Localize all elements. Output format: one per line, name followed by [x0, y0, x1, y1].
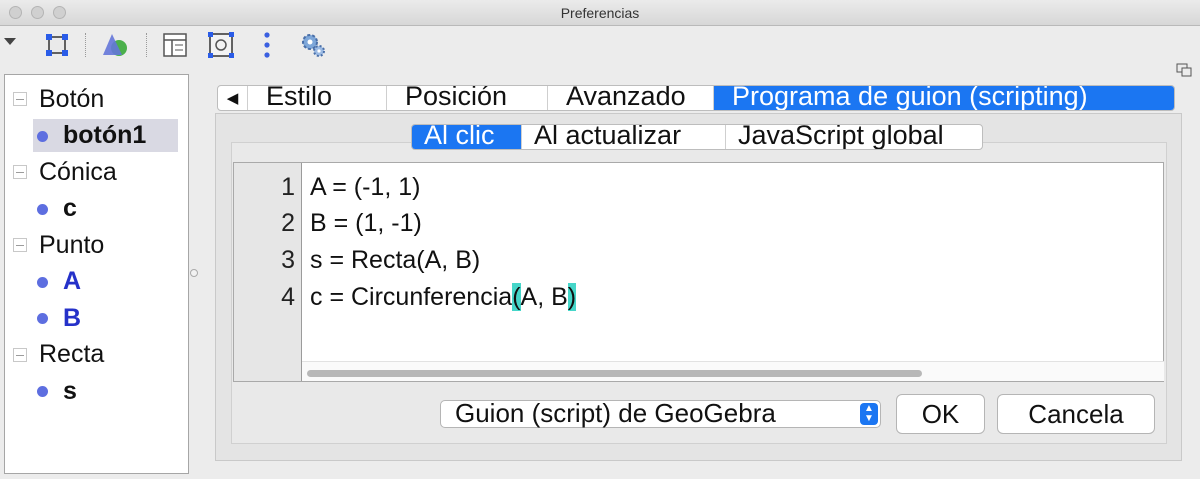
subtab-al-clic[interactable]: Al clic: [412, 125, 522, 149]
tree-category[interactable]: Recta: [5, 339, 188, 371]
bullet-icon: [37, 386, 48, 397]
tab-scroll-left-icon[interactable]: ◀: [218, 86, 248, 110]
subtab-javascript-global[interactable]: JavaScript global: [726, 125, 982, 149]
layout-icon[interactable]: [160, 30, 190, 60]
tree-object-label: A: [63, 267, 82, 295]
subtab-al-actualizar[interactable]: Al actualizar: [522, 125, 726, 149]
graphics-view-icon[interactable]: [100, 30, 130, 60]
tree-object-item[interactable]: s: [5, 375, 188, 407]
tree-category-label: Cónica: [39, 157, 117, 186]
tree-object-label: c: [63, 194, 77, 222]
bullet-icon: [37, 203, 48, 215]
tree-object-label: s: [63, 376, 77, 405]
tree-category-label: Punto: [39, 230, 105, 259]
collapse-icon[interactable]: [13, 92, 27, 106]
line-number: 2: [281, 209, 295, 237]
toolbar: [0, 27, 1200, 77]
collapse-icon[interactable]: [13, 238, 27, 252]
line-number: 4: [281, 283, 295, 311]
cancel-button[interactable]: Cancela: [997, 394, 1155, 434]
title-bar: Preferencias: [0, 0, 1200, 26]
window-title: Preferencias: [560, 5, 640, 21]
line-number-gutter: 1 2 3 4: [234, 163, 302, 381]
tree-object-item[interactable]: botón1: [5, 120, 188, 152]
menu-triangle-icon[interactable]: [0, 30, 30, 60]
horizontal-scrollbar[interactable]: [302, 361, 1164, 381]
tree-category[interactable]: Cónica: [5, 156, 188, 188]
restore-panel-icon[interactable]: [1176, 63, 1192, 77]
tree-category-label: Botón: [39, 84, 105, 113]
object-tree: Botón botón1 Cónica c Punto A B Recta s: [4, 74, 189, 474]
settings-gear-icon[interactable]: [298, 30, 328, 60]
code-line[interactable]: s = Recta(A, B): [310, 246, 480, 275]
code-text: A, B: [520, 283, 568, 311]
tab-bar: ◀ Estilo Posición Avanzado Programa de g…: [217, 85, 1175, 111]
bullet-icon: [37, 130, 48, 142]
code-text: c = Circunferencia: [310, 283, 513, 311]
code-line[interactable]: B = (1, -1): [310, 209, 422, 238]
tree-object-label: B: [63, 303, 82, 332]
tree-object-item[interactable]: A: [5, 266, 188, 298]
splitter-handle[interactable]: [190, 269, 198, 277]
tab-estilo[interactable]: Estilo: [248, 86, 387, 110]
ok-button[interactable]: OK: [896, 394, 985, 434]
tree-object-item[interactable]: c: [5, 193, 188, 225]
snapshot-icon[interactable]: [206, 30, 236, 60]
code-line[interactable]: A = (-1, 1): [310, 173, 420, 202]
line-number: 3: [281, 246, 295, 274]
bracket-highlight-open: (: [512, 283, 521, 311]
tab-scripting[interactable]: Programa de guion (scripting): [714, 86, 1174, 110]
script-editor[interactable]: 1 2 3 4 A = (-1, 1) B = (1, -1) s = Rect…: [233, 162, 1164, 382]
select-chevron-icon: ▲ ▼: [860, 403, 878, 425]
tree-category-label: Recta: [39, 340, 105, 368]
tree-object-label: botón1: [63, 121, 147, 149]
script-type-select[interactable]: Guion (script) de GeoGebra ▲ ▼: [440, 398, 881, 428]
toolbar-separator: [85, 33, 86, 57]
scrollbar-thumb[interactable]: [307, 370, 922, 377]
line-number: 1: [281, 173, 295, 201]
tab-posicion[interactable]: Posición: [387, 86, 548, 110]
collapse-icon[interactable]: [13, 347, 27, 362]
tree-category[interactable]: Botón: [5, 83, 188, 115]
toolbar-separator: [146, 33, 147, 57]
script-type-value: Guion (script) de GeoGebra: [455, 398, 776, 428]
code-line[interactable]: c = Circunferencia(A, B): [310, 283, 577, 312]
tree-object-item[interactable]: B: [5, 302, 188, 334]
bullet-icon: [37, 313, 48, 324]
bullet-icon: [37, 276, 48, 288]
subtab-bar: Al clic Al actualizar JavaScript global: [411, 124, 983, 150]
collapse-icon[interactable]: [13, 165, 27, 179]
tab-avanzado[interactable]: Avanzado: [548, 86, 714, 110]
tree-category[interactable]: Punto: [5, 229, 188, 261]
select-object-icon[interactable]: [42, 30, 72, 60]
dots-menu-icon[interactable]: [252, 30, 282, 60]
bracket-highlight-close: ): [567, 283, 577, 311]
